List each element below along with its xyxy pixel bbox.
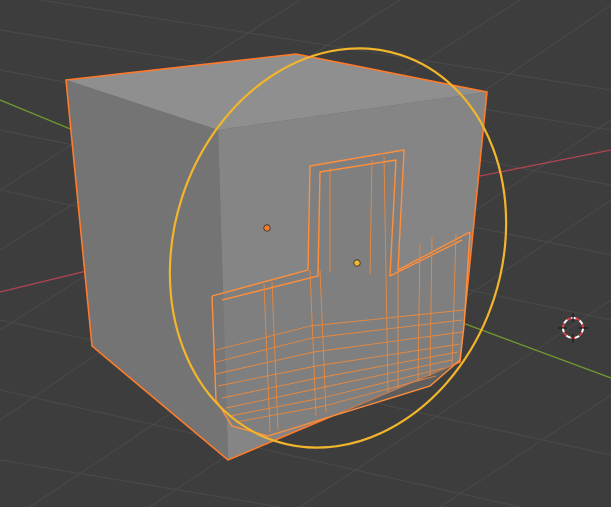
viewport-canvas[interactable] (0, 0, 611, 507)
origin-dot-icon (263, 224, 271, 232)
pivot-dot-icon (353, 259, 361, 267)
3d-viewport[interactable] (0, 0, 611, 507)
